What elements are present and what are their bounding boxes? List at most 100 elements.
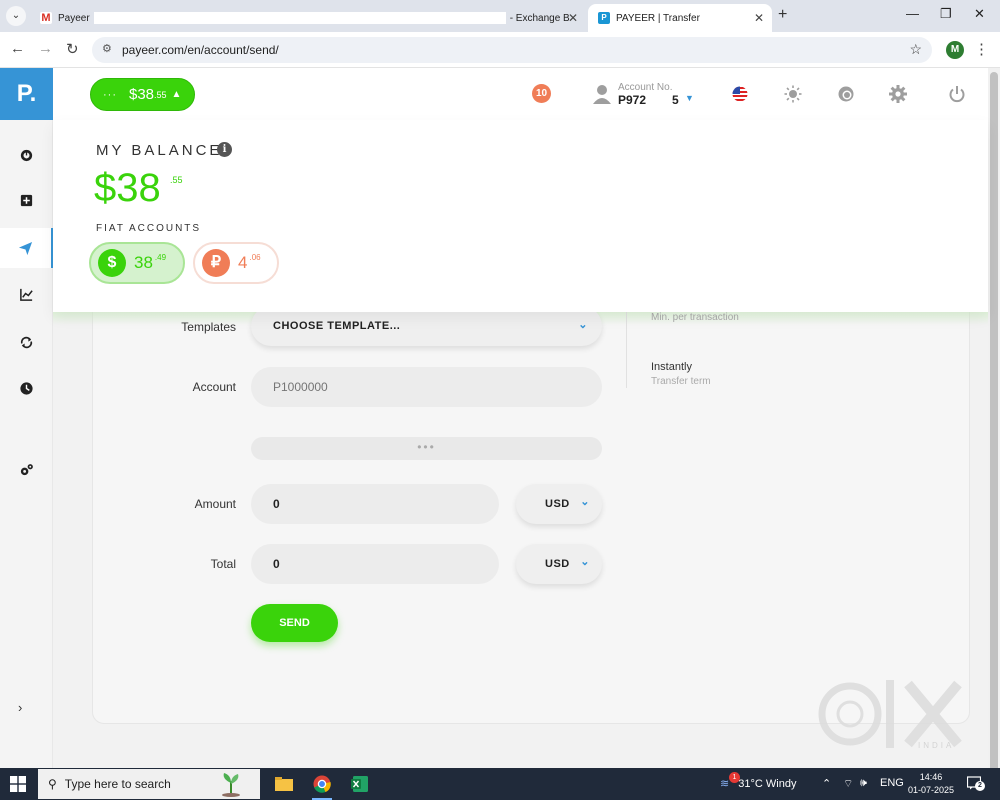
send-button[interactable]: SEND bbox=[251, 604, 338, 642]
watermark-subtitle: INDIA bbox=[918, 741, 955, 750]
weather-widget[interactable]: ≋ 1 31°C Windy bbox=[720, 772, 797, 790]
total-currency-value: USD bbox=[545, 558, 570, 570]
minimize-icon[interactable]: — bbox=[906, 6, 919, 21]
add-funds-icon bbox=[20, 194, 33, 206]
language-flag-us-icon[interactable] bbox=[730, 84, 750, 104]
info-icon[interactable]: i bbox=[217, 142, 232, 157]
taskbar-file-explorer-icon[interactable] bbox=[272, 772, 296, 796]
sidebar-item-dashboard[interactable] bbox=[0, 134, 53, 174]
settings-gear-icon[interactable] bbox=[888, 84, 908, 104]
new-tab-icon[interactable]: + bbox=[778, 6, 787, 24]
amount-input[interactable] bbox=[273, 497, 453, 511]
total-field[interactable] bbox=[251, 544, 499, 584]
payeer-logo[interactable]: P. bbox=[0, 68, 53, 120]
sidebar-item-history[interactable] bbox=[0, 368, 53, 408]
gmail-favicon-icon: M bbox=[40, 12, 52, 24]
language-indicator[interactable]: ENG bbox=[880, 777, 904, 789]
fiat-accounts-title: FIAT ACCOUNTS bbox=[96, 223, 202, 234]
sidebar-item-stats[interactable] bbox=[0, 274, 53, 314]
clock-time: 14:46 bbox=[919, 772, 943, 782]
tab-close-icon[interactable]: ✕ bbox=[754, 11, 764, 25]
balance-toggle-button[interactable]: ··· $38 .55 ▲ bbox=[90, 78, 195, 111]
total-balance-cents: .55 bbox=[170, 175, 183, 185]
theme-sun-icon[interactable] bbox=[783, 84, 803, 104]
tab-title: Payeer bbox=[58, 12, 90, 24]
tab-close-icon[interactable]: ✕ bbox=[568, 11, 578, 25]
close-window-icon[interactable]: ✕ bbox=[974, 6, 985, 22]
caret-up-icon: ▲ bbox=[171, 89, 182, 100]
plant-icon bbox=[222, 773, 240, 797]
sidebar-item-settings[interactable] bbox=[0, 449, 53, 489]
settings-gears-icon bbox=[20, 463, 33, 475]
account-input[interactable] bbox=[273, 380, 573, 394]
balance-dropdown: MY BALANCE i $38 .55 FIAT ACCOUNTS $ 38.… bbox=[53, 120, 988, 312]
send-icon bbox=[18, 241, 33, 255]
forward-icon[interactable]: → bbox=[38, 40, 53, 57]
address-bar[interactable]: ⚙ payeer.com/en/account/send/ ☆ bbox=[92, 37, 932, 63]
notification-badge[interactable]: 10 bbox=[532, 84, 551, 103]
account-dropdown-chevron-icon[interactable]: ▼ bbox=[685, 93, 694, 103]
amount-field[interactable] bbox=[251, 484, 499, 524]
payeer-favicon-icon: P bbox=[598, 12, 610, 24]
balance-pill-dots: ··· bbox=[103, 88, 117, 101]
templates-label: Templates bbox=[181, 320, 236, 334]
fiat-account-rub[interactable]: ₽ 4.06 bbox=[193, 242, 279, 284]
site-info-icon[interactable]: ⚙ bbox=[102, 42, 112, 55]
sidebar-item-exchange[interactable] bbox=[0, 322, 53, 362]
restore-icon[interactable]: ❐ bbox=[940, 6, 952, 22]
account-number-tail[interactable]: 5 bbox=[672, 93, 679, 107]
search-icon: ⚲ bbox=[48, 777, 57, 791]
volume-icon[interactable]: 🕪 bbox=[860, 777, 867, 790]
sidebar-expand-chevron-icon[interactable]: › bbox=[18, 700, 22, 715]
chevron-down-icon: ⌄ bbox=[580, 496, 590, 508]
tab-title: PAYEER | Transfer bbox=[616, 12, 700, 24]
chevron-down-icon: ⌄ bbox=[578, 319, 588, 331]
windows-start-icon[interactable] bbox=[10, 776, 26, 792]
amount-currency-select[interactable]: USD ⌄ bbox=[516, 484, 602, 524]
account-field[interactable] bbox=[251, 367, 602, 407]
weather-icon: ≋ bbox=[720, 778, 730, 790]
taskbar-excel-icon[interactable] bbox=[348, 772, 372, 796]
total-label: Total bbox=[210, 557, 236, 571]
taskbar-search[interactable]: ⚲ Type here to search bbox=[38, 769, 260, 799]
total-currency-select[interactable]: USD ⌄ bbox=[516, 544, 602, 584]
info-divider bbox=[626, 312, 627, 388]
template-select-value: CHOOSE TEMPLATE... bbox=[273, 320, 401, 332]
template-select[interactable]: CHOOSE TEMPLATE... ⌄ bbox=[251, 306, 602, 346]
sidebar-item-add-funds[interactable] bbox=[0, 180, 53, 220]
browser-menu-icon[interactable]: ⋮ bbox=[974, 40, 989, 58]
back-icon[interactable]: ← bbox=[10, 40, 25, 57]
stats-icon bbox=[20, 288, 33, 301]
support-headset-icon[interactable] bbox=[836, 84, 856, 104]
dashboard-icon bbox=[20, 149, 33, 161]
tab-search-chevron-icon[interactable]: ⌄ bbox=[6, 6, 26, 26]
sidebar-item-send[interactable] bbox=[0, 228, 53, 268]
account-number[interactable]: P972 bbox=[618, 93, 646, 107]
balance-pill-amount: $38 bbox=[129, 86, 155, 103]
tab-payeer-transfer[interactable]: P PAYEER | Transfer ✕ bbox=[588, 4, 772, 32]
reload-icon[interactable]: ↻ bbox=[66, 40, 79, 58]
notification-center-icon[interactable]: 2 bbox=[966, 776, 985, 791]
bookmark-star-icon[interactable]: ☆ bbox=[909, 41, 922, 58]
my-balance-title: MY BALANCE bbox=[96, 142, 223, 159]
tray-expand-chevron-icon[interactable]: ⌃ bbox=[822, 777, 831, 790]
total-input[interactable] bbox=[273, 557, 453, 571]
tab-payeer-exchange[interactable]: M Payeer - Exchange B ✕ bbox=[30, 4, 586, 32]
user-avatar-icon[interactable] bbox=[593, 84, 611, 104]
page-scrollbar[interactable] bbox=[988, 68, 1000, 772]
dollar-coin-icon: $ bbox=[98, 249, 126, 277]
rub-amount: 4.06 bbox=[238, 253, 261, 272]
taskbar-chrome-icon[interactable] bbox=[310, 772, 334, 800]
weather-text: 31°C Windy bbox=[738, 778, 797, 790]
browser-toolbar: ← → ↻ ⚙ payeer.com/en/account/send/ ☆ M … bbox=[0, 32, 1000, 68]
network-icon[interactable]: ⌔ bbox=[843, 777, 853, 791]
fiat-account-usd[interactable]: $ 38.49 bbox=[89, 242, 185, 284]
redacted-region bbox=[93, 12, 506, 24]
usd-amount: 38.49 bbox=[134, 253, 167, 272]
taskbar-clock[interactable]: 14:46 01-07-2025 bbox=[905, 771, 957, 797]
windows-taskbar: ⚲ Type here to search ≋ 1 31°C Windy ⌃ ⌔… bbox=[0, 768, 1000, 800]
profile-avatar[interactable]: M bbox=[946, 41, 964, 59]
scrollbar-thumb[interactable] bbox=[990, 72, 998, 772]
logout-power-icon[interactable] bbox=[947, 84, 967, 104]
account-lookup-status: ••• bbox=[251, 437, 602, 460]
